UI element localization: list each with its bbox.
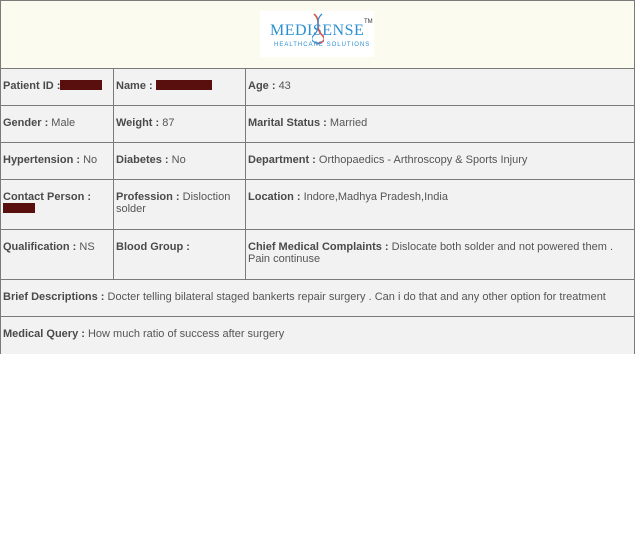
name-cell: Name : [113,68,247,107]
qualification-value: NS [79,241,95,253]
brief-description-label: Brief Descriptions : [3,291,105,303]
age-value: 43 [278,80,291,92]
medical-query-label: Medical Query : [3,328,85,340]
marital-status-label: Marital Status : [248,117,327,129]
logo-tagline: HEALTHCARE SOLUTIONS [274,42,371,48]
header-logo-band: MEDISENSE TM HEALTHCARE SOLUTIONS [0,0,635,70]
chief-complaints-cell: Chief Medical Complaints : Dislocate bot… [245,229,635,281]
hypertension-value: No [83,154,98,166]
location-label: Location : [248,191,301,203]
diabetes-label: Diabetes : [116,154,169,166]
patient-record-sheet: MEDISENSE TM HEALTHCARE SOLUTIONS Patien… [0,0,635,354]
dna-helix-icon [312,13,324,45]
profession-cell: Profession : Disloction solder [113,179,247,231]
hypertension-label: Hypertension : [3,154,81,166]
profession-label: Profession : [116,191,180,203]
location-cell: Location : Indore,Madhya Pradesh,India [245,179,635,231]
diabetes-cell: Diabetes : No [113,142,247,181]
name-redaction [155,80,212,90]
patient-id-label: Patient ID : [3,80,61,92]
contact-person-label: Contact Person : [3,191,92,203]
age-cell: Age : 43 [245,68,635,107]
location-value: Indore,Madhya Pradesh,India [303,191,448,203]
gender-cell: Gender : Male [0,105,115,144]
medical-query-value: How much ratio of success after surgery [87,328,285,340]
patient-id-redaction [60,80,103,90]
age-label: Age : [248,80,276,92]
contact-person-cell: Contact Person : [0,179,115,231]
patient-id-cell: Patient ID : [0,68,115,107]
logo-trademark: TM [364,19,373,25]
department-value: Orthopaedics - Arthroscopy & Sports Inju… [318,154,528,166]
marital-status-cell: Marital Status : Married [245,105,635,144]
name-label: Name : [116,80,153,92]
diabetes-value: No [171,154,186,166]
medisense-logo: MEDISENSE TM HEALTHCARE SOLUTIONS [260,11,374,57]
brief-description-cell: Brief Descriptions : Docter telling bila… [0,279,635,318]
contact-person-redaction [3,203,35,213]
hypertension-cell: Hypertension : No [0,142,115,181]
marital-status-value: Married [329,117,368,129]
blood-group-label: Blood Group : [116,241,190,253]
weight-label: Weight : [116,117,160,129]
qualification-cell: Qualification : NS [0,229,115,281]
medical-query-cell: Medical Query : How much ratio of succes… [0,316,635,354]
gender-value: Male [51,117,76,129]
chief-complaints-label: Chief Medical Complaints : [248,241,389,253]
weight-value: 87 [162,117,175,129]
brief-description-value: Docter telling bilateral staged bankerts… [107,291,606,303]
qualification-label: Qualification : [3,241,77,253]
department-cell: Department : Orthopaedics - Arthroscopy … [245,142,635,181]
department-label: Department : [248,154,316,166]
weight-cell: Weight : 87 [113,105,247,144]
blood-group-cell: Blood Group : [113,229,247,281]
gender-label: Gender : [3,117,49,129]
